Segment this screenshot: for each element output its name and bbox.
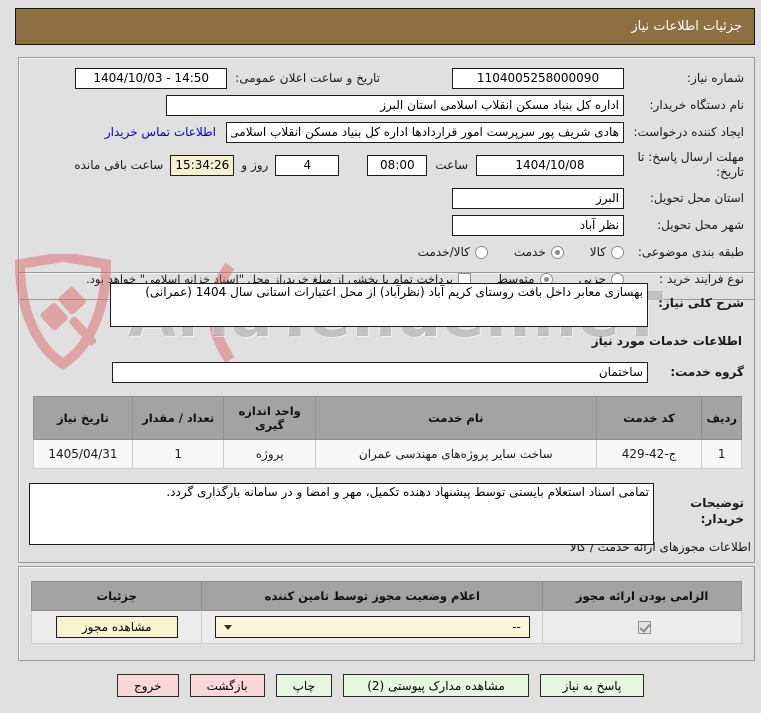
license-status-value: --: [512, 620, 521, 634]
chevron-down-icon: [224, 625, 232, 630]
announce-label: تاریخ و ساعت اعلان عمومی:: [235, 71, 380, 86]
licenses-table: الزامی بودن ارائه مجوز اعلام وضعیت مجوز …: [31, 581, 742, 644]
remaining-days-label: روز و: [241, 158, 268, 172]
services-panel: شرح کلی نیاز: بهسازی معابر داخل بافت روس…: [18, 272, 755, 563]
deadline-time-field[interactable]: [367, 155, 427, 176]
classification-label: طبقه بندی موضوعی:: [624, 245, 744, 260]
back-button[interactable]: بازگشت: [190, 674, 265, 697]
cell-service-name: ساخت سایر پروژه‌های مهندسی عمران: [315, 440, 596, 469]
buyer-contact-link[interactable]: اطلاعات تماس خریدار: [105, 125, 216, 139]
page-title-bar: جزئیات اطلاعات نیاز: [15, 8, 755, 45]
city-row: شهر محل تحویل:: [29, 214, 744, 236]
classification-row: طبقه بندی موضوعی: کالا خدمت کالا/خدمت: [29, 241, 744, 263]
classification-option-goods-service[interactable]: کالا/خدمت: [418, 245, 488, 259]
deadline-date-field[interactable]: [476, 155, 624, 176]
license-required-checkbox: [638, 621, 651, 634]
licenses-table-header-row: الزامی بودن ارائه مجوز اعلام وضعیت مجوز …: [32, 582, 742, 611]
services-table-header-row: ردیف کد خدمت نام خدمت واحد اندازه گیری ت…: [34, 397, 742, 440]
cell-row-index: 1: [702, 440, 742, 469]
buyer-org-label: نام دستگاه خریدار:: [624, 98, 744, 113]
city-field[interactable]: [452, 215, 624, 236]
creator-label: ایجاد کننده درخواست:: [624, 125, 744, 140]
cell-quantity: 1: [132, 440, 224, 469]
services-heading: اطلاعات خدمات مورد نیاز: [31, 333, 742, 349]
creator-field[interactable]: [226, 122, 624, 143]
service-radio[interactable]: [551, 246, 564, 259]
buyer-org-field[interactable]: [166, 95, 624, 116]
need-number-label: شماره نیاز:: [624, 71, 744, 86]
cell-license-required: [543, 611, 742, 644]
need-desc-row: شرح کلی نیاز: بهسازی معابر داخل بافت روس…: [29, 283, 744, 327]
view-license-button[interactable]: مشاهده مجوز: [56, 616, 178, 638]
classification-option-service[interactable]: خدمت: [514, 245, 564, 259]
page-title: جزئیات اطلاعات نیاز: [631, 19, 742, 34]
cell-need-date: 1405/04/31: [34, 440, 133, 469]
remaining-days-field[interactable]: [275, 155, 339, 176]
cell-license-status: --: [202, 611, 543, 644]
remaining-time-field[interactable]: [170, 155, 234, 176]
goods-service-radio[interactable]: [475, 246, 488, 259]
footer-button-bar: پاسخ به نیاز مشاهده مدارک پیوستی (2) چاپ…: [0, 674, 761, 697]
province-row: استان محل تحویل:: [29, 187, 744, 209]
city-label: شهر محل تحویل:: [624, 218, 744, 233]
col-row-index: ردیف: [702, 397, 742, 440]
province-label: استان محل تحویل:: [624, 191, 744, 206]
deadline-row: مهلت ارسال پاسخ: تا تاریخ: ساعت روز و سا…: [29, 148, 744, 182]
buyer-notes-textarea[interactable]: تمامی اسناد استعلام بایستی توسط پیشنهاد …: [29, 483, 654, 545]
service-group-label: گروه خدمت:: [648, 364, 744, 380]
need-desc-label: شرح کلی نیاز:: [648, 283, 744, 311]
service-group-field[interactable]: [112, 362, 648, 383]
view-attachments-button[interactable]: مشاهده مدارک پیوستی (2): [343, 674, 529, 697]
hour-label: ساعت: [435, 158, 468, 172]
service-table-row: 1 ج-42-429 ساخت سایر پروژه‌های مهندسی عم…: [34, 440, 742, 469]
licenses-panel: الزامی بودن ارائه مجوز اعلام وضعیت مجوز …: [18, 566, 755, 661]
goods-radio[interactable]: [611, 246, 624, 259]
cell-service-code: ج-42-429: [596, 440, 702, 469]
buyer-org-row: نام دستگاه خریدار:: [29, 94, 744, 116]
col-unit: واحد اندازه گیری: [224, 397, 316, 440]
col-service-code: کد خدمت: [596, 397, 702, 440]
cell-license-details: مشاهده مجوز: [32, 611, 202, 644]
col-service-name: نام خدمت: [315, 397, 596, 440]
province-field[interactable]: [452, 188, 624, 209]
services-table: ردیف کد خدمت نام خدمت واحد اندازه گیری ت…: [33, 396, 742, 469]
col-quantity: تعداد / مقدار: [132, 397, 224, 440]
exit-button[interactable]: خروج: [117, 674, 179, 697]
service-group-row: گروه خدمت:: [29, 361, 744, 383]
need-number-field[interactable]: [452, 68, 624, 89]
col-license-details: جزئیات: [32, 582, 202, 611]
creator-row: ایجاد کننده درخواست: اطلاعات تماس خریدار: [29, 121, 744, 143]
print-button[interactable]: چاپ: [276, 674, 332, 697]
deadline-label: مهلت ارسال پاسخ: تا تاریخ:: [624, 150, 744, 180]
answer-need-button[interactable]: پاسخ به نیاز: [540, 674, 644, 697]
cell-unit: پروژه: [224, 440, 316, 469]
need-desc-textarea[interactable]: بهسازی معابر داخل بافت روستای کریم آباد …: [110, 283, 648, 327]
buyer-notes-row: توضیحات خریدار: تمامی اسناد استعلام بایس…: [29, 483, 744, 545]
buyer-notes-label: توضیحات خریدار:: [654, 483, 744, 527]
remaining-suffix-label: ساعت باقی مانده: [74, 158, 163, 172]
need-details-page: { "header": { "title": "جزئیات اطلاعات ن…: [0, 0, 761, 713]
col-license-required: الزامی بودن ارائه مجوز: [543, 582, 742, 611]
col-license-status: اعلام وضعیت مجوز توسط تامین کننده: [202, 582, 543, 611]
announce-datetime-field[interactable]: [75, 68, 227, 89]
col-need-date: تاریخ نیاز: [34, 397, 133, 440]
need-number-row: شماره نیاز: تاریخ و ساعت اعلان عمومی:: [29, 67, 744, 89]
classification-option-goods[interactable]: کالا: [590, 245, 624, 259]
license-table-row: -- مشاهده مجوز: [32, 611, 742, 644]
general-info-panel: شماره نیاز: تاریخ و ساعت اعلان عمومی: نا…: [18, 57, 755, 300]
license-status-select[interactable]: --: [215, 616, 530, 638]
